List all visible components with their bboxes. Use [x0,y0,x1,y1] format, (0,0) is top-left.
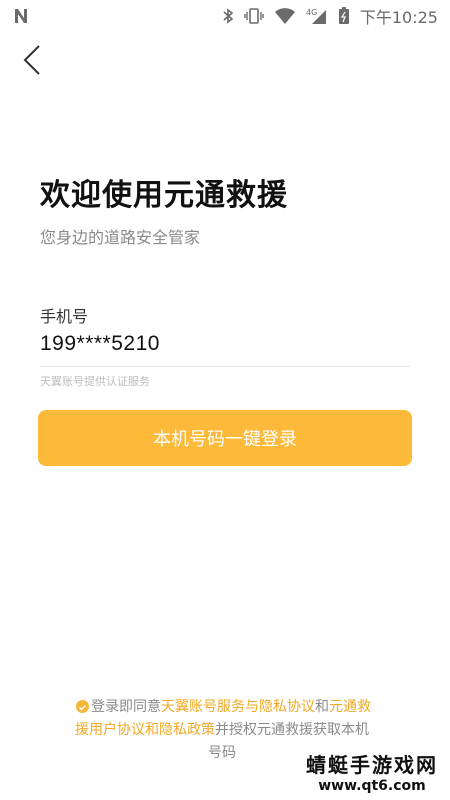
status-time: 下午10:25 [359,8,438,27]
provider-note: 天翼账号提供认证服务 [40,375,150,388]
bluetooth-icon [222,7,234,25]
page-subtitle: 您身边的道路安全管家 [40,228,201,247]
signal-icon: 4G [306,7,328,25]
page-title: 欢迎使用元通救援 [40,178,288,213]
phone-label: 手机号 [40,307,89,326]
wifi-icon [274,7,296,25]
watermark-main: 蜻蜓手游戏网 [306,753,438,777]
battery-icon [338,7,350,25]
divider [40,366,410,367]
agreement-connector: 和 [315,699,329,715]
n-icon [12,7,30,25]
agreement-prefix: 登录即同意 [91,699,161,715]
one-click-login-button[interactable]: 本机号码一键登录 [38,410,412,466]
watermark-url: www.qt6.com [318,778,426,794]
tianyi-terms-link[interactable]: 天翼账号服务与隐私协议 [161,699,315,715]
chevron-left-icon [22,44,42,80]
status-bar: 4G 下午10:25 [0,0,450,32]
network-label: 4G [306,8,317,17]
watermark: 蜻蜓手游戏网 www.qt6.com [306,749,438,794]
back-button[interactable] [16,42,48,82]
phone-number: 199****5210 [40,332,160,355]
vibrate-icon [244,7,264,25]
